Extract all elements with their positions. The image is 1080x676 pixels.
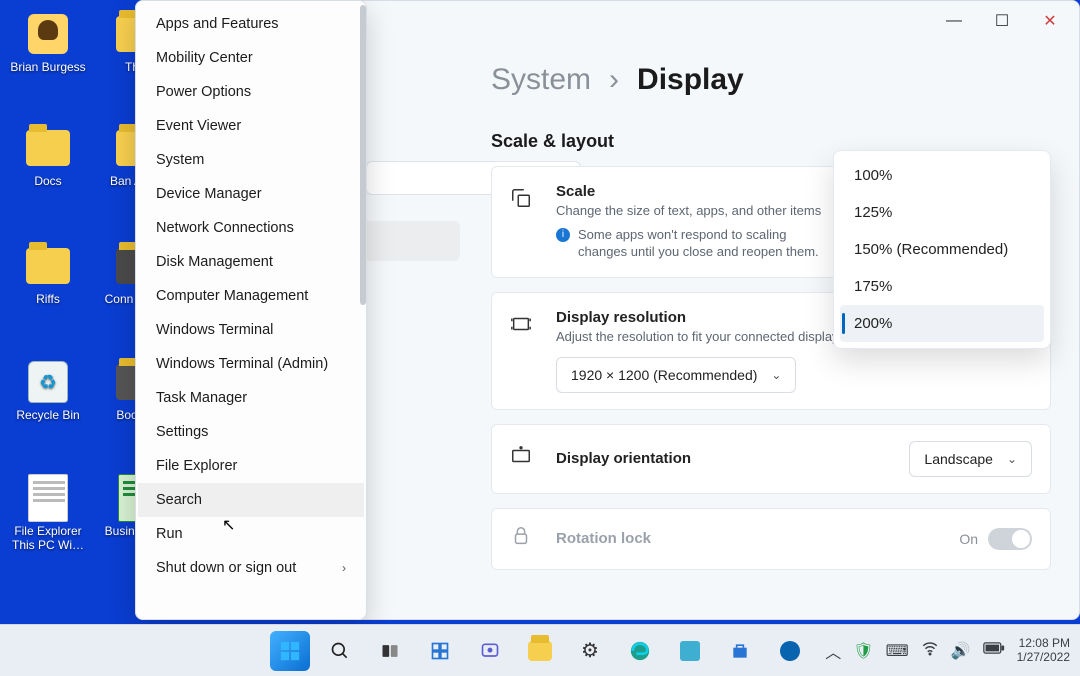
orientation-title: Display orientation [556, 450, 691, 467]
winx-shutdown[interactable]: Shut down or sign out› [138, 551, 364, 585]
taskbar-taskview[interactable] [370, 631, 410, 671]
taskbar-explorer[interactable] [520, 631, 560, 671]
desktop-icon-fe-doc[interactable]: File Explorer This PC Wi… [8, 476, 88, 552]
desktop-icon-user[interactable]: Brian Burgess [8, 12, 88, 74]
taskbar-widgets[interactable] [420, 631, 460, 671]
winx-run[interactable]: Run [138, 517, 364, 551]
winx-file-explorer[interactable]: File Explorer [138, 449, 364, 483]
winx-event-viewer[interactable]: Event Viewer [138, 109, 364, 143]
winx-power-options[interactable]: Power Options [138, 75, 364, 109]
desktop-icon-riffs[interactable]: Riffs [8, 244, 88, 306]
tray-date: 1/27/2022 [1017, 651, 1070, 665]
winx-scrollbar[interactable] [360, 5, 366, 615]
rotation-title: Rotation lock [556, 530, 651, 547]
winx-device-manager[interactable]: Device Manager [138, 177, 364, 211]
winx-disk-management[interactable]: Disk Management [138, 245, 364, 279]
maximize-button[interactable]: ☐ [979, 5, 1025, 37]
taskbar-chat[interactable] [470, 631, 510, 671]
tray-volume-icon[interactable]: 🔊 [951, 641, 971, 661]
chevron-down-icon: ⌄ [771, 368, 781, 382]
scale-option-125[interactable]: 125% [840, 194, 1044, 231]
taskbar-settings[interactable]: ⚙ [570, 631, 610, 671]
scale-info: Some apps won't respond to scaling chang… [578, 226, 828, 261]
winx-search[interactable]: Search [138, 483, 364, 517]
scale-option-175[interactable]: 175% [840, 268, 1044, 305]
desktop-icon-docs[interactable]: Docs [8, 126, 88, 188]
resolution-value: 1920 × 1200 (Recommended) [571, 367, 757, 383]
scale-option-100[interactable]: 100% [840, 157, 1044, 194]
breadcrumb-parent[interactable]: System [491, 63, 591, 97]
tray-chevron-icon[interactable]: ︿ [825, 639, 841, 663]
winx-system[interactable]: System [138, 143, 364, 177]
taskbar: ⚙ ︿ 🛡 ⌨ 🔊 12:08 PM 1/27/2022 [0, 624, 1080, 676]
tray-wifi-icon[interactable] [921, 639, 939, 662]
info-icon: i [556, 228, 570, 242]
tray-keyboard-icon[interactable]: ⌨ [886, 641, 909, 661]
lock-icon [510, 525, 538, 553]
chevron-right-icon: › [342, 561, 346, 575]
taskbar-center: ⚙ [270, 631, 810, 671]
breadcrumb-current: Display [637, 63, 744, 97]
breadcrumb-sep: › [609, 63, 619, 97]
taskbar-edge[interactable] [620, 631, 660, 671]
winx-windows-terminal[interactable]: Windows Terminal [138, 313, 364, 347]
close-button[interactable]: ✕ [1027, 5, 1073, 37]
winx-mobility-center[interactable]: Mobility Center [138, 41, 364, 75]
rotation-lock-card: Rotation lock On [491, 508, 1051, 570]
winx-task-manager[interactable]: Task Manager [138, 381, 364, 415]
winx-apps-features[interactable]: Apps and Features [138, 7, 364, 41]
orientation-value: Landscape [924, 451, 993, 467]
start-button[interactable] [270, 631, 310, 671]
rotation-state: On [959, 531, 978, 547]
breadcrumb: System › Display [491, 63, 1051, 97]
winx-menu[interactable]: Apps and Features Mobility Center Power … [135, 0, 367, 620]
system-tray: ︿ 🛡 ⌨ 🔊 12:08 PM 1/27/2022 [825, 637, 1070, 665]
tray-time: 12:08 PM [1017, 637, 1070, 651]
tray-battery-icon[interactable] [983, 641, 1005, 660]
winx-computer-management[interactable]: Computer Management [138, 279, 364, 313]
orientation-select[interactable]: Landscape ⌄ [909, 441, 1032, 477]
scale-option-150[interactable]: 150% (Recommended) [840, 231, 1044, 268]
taskbar-app2[interactable] [770, 631, 810, 671]
scale-option-200[interactable]: 200% [840, 305, 1044, 342]
winx-settings[interactable]: Settings [138, 415, 364, 449]
taskbar-store[interactable] [720, 631, 760, 671]
winx-network-connections[interactable]: Network Connections [138, 211, 364, 245]
resolution-icon [510, 309, 538, 341]
toggle-switch [988, 528, 1032, 550]
orientation-card[interactable]: Display orientation Landscape ⌄ [491, 424, 1051, 494]
scale-icon [510, 183, 538, 215]
settings-content: System › Display Scale & layout Scale Ch… [491, 63, 1051, 609]
winx-windows-terminal-admin[interactable]: Windows Terminal (Admin) [138, 347, 364, 381]
taskbar-app1[interactable] [670, 631, 710, 671]
chevron-down-icon: ⌄ [1007, 452, 1017, 466]
tray-security-icon[interactable]: 🛡 [853, 641, 873, 661]
orientation-icon [510, 445, 538, 473]
tray-clock[interactable]: 12:08 PM 1/27/2022 [1017, 637, 1070, 665]
taskbar-search[interactable] [320, 631, 360, 671]
resolution-select[interactable]: 1920 × 1200 (Recommended) ⌄ [556, 357, 796, 393]
rotation-toggle: On [959, 528, 1032, 550]
minimize-button[interactable]: — [931, 5, 977, 37]
scale-dropdown[interactable]: 100% 125% 150% (Recommended) 175% 200% [833, 150, 1051, 349]
scrollbar-thumb[interactable] [360, 5, 366, 305]
desktop-icon-recycle[interactable]: Recycle Bin [8, 360, 88, 422]
section-title: Scale & layout [491, 131, 1051, 152]
